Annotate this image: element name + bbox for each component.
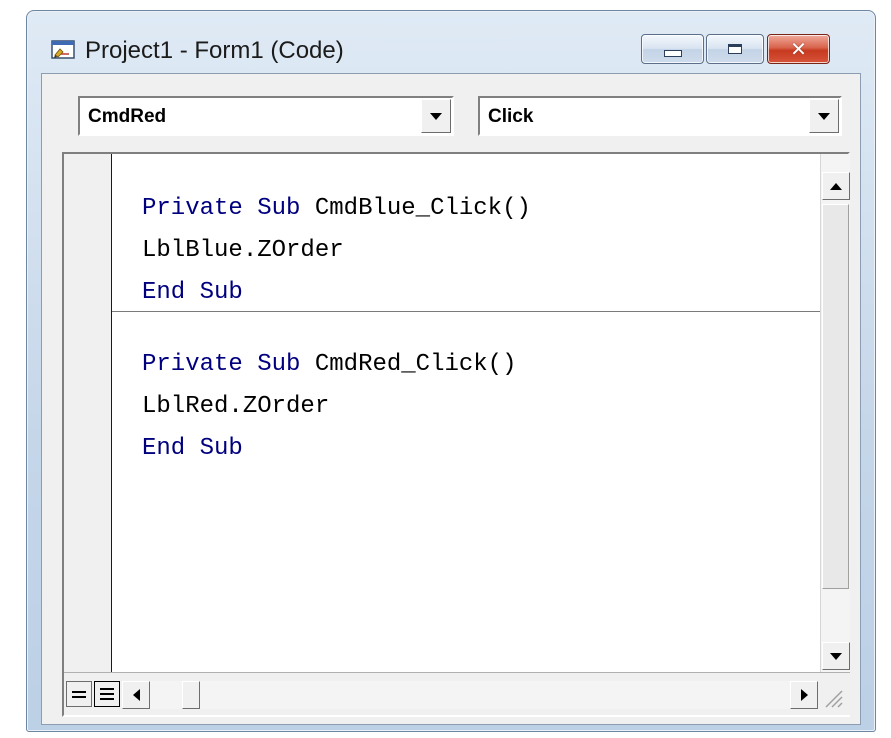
arrow-left-icon — [132, 689, 140, 701]
arrow-right-icon — [800, 689, 808, 701]
bottom-bar — [64, 672, 850, 715]
vertical-scroll-thumb[interactable] — [822, 204, 849, 589]
keyword-private: Private — [142, 351, 243, 378]
object-combo[interactable]: CmdRed — [78, 96, 454, 136]
maximize-button[interactable] — [706, 34, 764, 64]
close-button[interactable]: ✕ — [767, 34, 830, 64]
procedure-separator — [112, 311, 846, 312]
full-module-view-button[interactable] — [94, 681, 120, 707]
code-text-area[interactable]: Private Sub CmdBlue_Click() LblBlue.ZOrd… — [112, 154, 846, 672]
full-module-view-icon — [100, 688, 114, 690]
code-line[interactable]: End Sub — [142, 435, 243, 462]
code-pane: Private Sub CmdBlue_Click() LblBlue.ZOrd… — [62, 152, 850, 717]
maximize-icon — [728, 44, 742, 54]
procedure-combo[interactable]: Click — [478, 96, 842, 136]
object-combo-value: CmdRed — [88, 106, 167, 127]
chevron-down-icon — [430, 112, 442, 120]
procedure-combo-dropdown-button[interactable] — [809, 99, 839, 133]
code-window: Project1 - Form1 (Code) ✕ CmdRed Click P… — [26, 10, 876, 732]
arrow-down-icon — [830, 652, 842, 660]
scroll-down-button[interactable] — [822, 642, 850, 670]
code-line[interactable]: End Sub — [142, 279, 243, 306]
vertical-scrollbar[interactable] — [820, 154, 850, 672]
scroll-left-button[interactable] — [122, 681, 150, 709]
code-line[interactable]: LblBlue.ZOrder — [142, 237, 344, 264]
code-line[interactable]: Private Sub CmdBlue_Click() — [142, 195, 531, 222]
procedure-signature: CmdBlue_Click() — [300, 195, 531, 222]
code-line[interactable]: Private Sub CmdRed_Click() — [142, 351, 517, 378]
horizontal-scroll-thumb[interactable] — [182, 681, 200, 709]
keyword-private: Private — [142, 195, 243, 222]
procedure-signature: CmdRed_Click() — [300, 351, 517, 378]
title-bar[interactable]: Project1 - Form1 (Code) ✕ — [27, 11, 875, 67]
procedure-combo-value: Click — [488, 106, 534, 127]
scroll-right-button[interactable] — [790, 681, 818, 709]
keyword-sub: Sub — [257, 195, 301, 222]
procedure-view-icon — [72, 690, 86, 693]
window-title: Project1 - Form1 (Code) — [85, 37, 344, 64]
object-combo-dropdown-button[interactable] — [421, 99, 451, 133]
chevron-down-icon — [818, 112, 830, 120]
code-editor-client: CmdRed Click Private Sub CmdBlue_Click()… — [41, 73, 861, 725]
minimize-icon — [663, 49, 682, 57]
close-icon: ✕ — [790, 37, 807, 61]
code-line[interactable]: LblRed.ZOrder — [142, 393, 329, 420]
procedure-view-button[interactable] — [66, 681, 92, 707]
scroll-up-button[interactable] — [822, 172, 850, 200]
vb-form-code-icon — [51, 40, 75, 59]
arrow-up-icon — [830, 182, 842, 190]
margin-indicator-bar[interactable] — [64, 154, 112, 672]
resize-grip-icon[interactable] — [816, 681, 846, 711]
keyword-sub: Sub — [257, 351, 301, 378]
minimize-button[interactable] — [641, 34, 704, 64]
horizontal-scrollbar[interactable] — [150, 681, 800, 709]
